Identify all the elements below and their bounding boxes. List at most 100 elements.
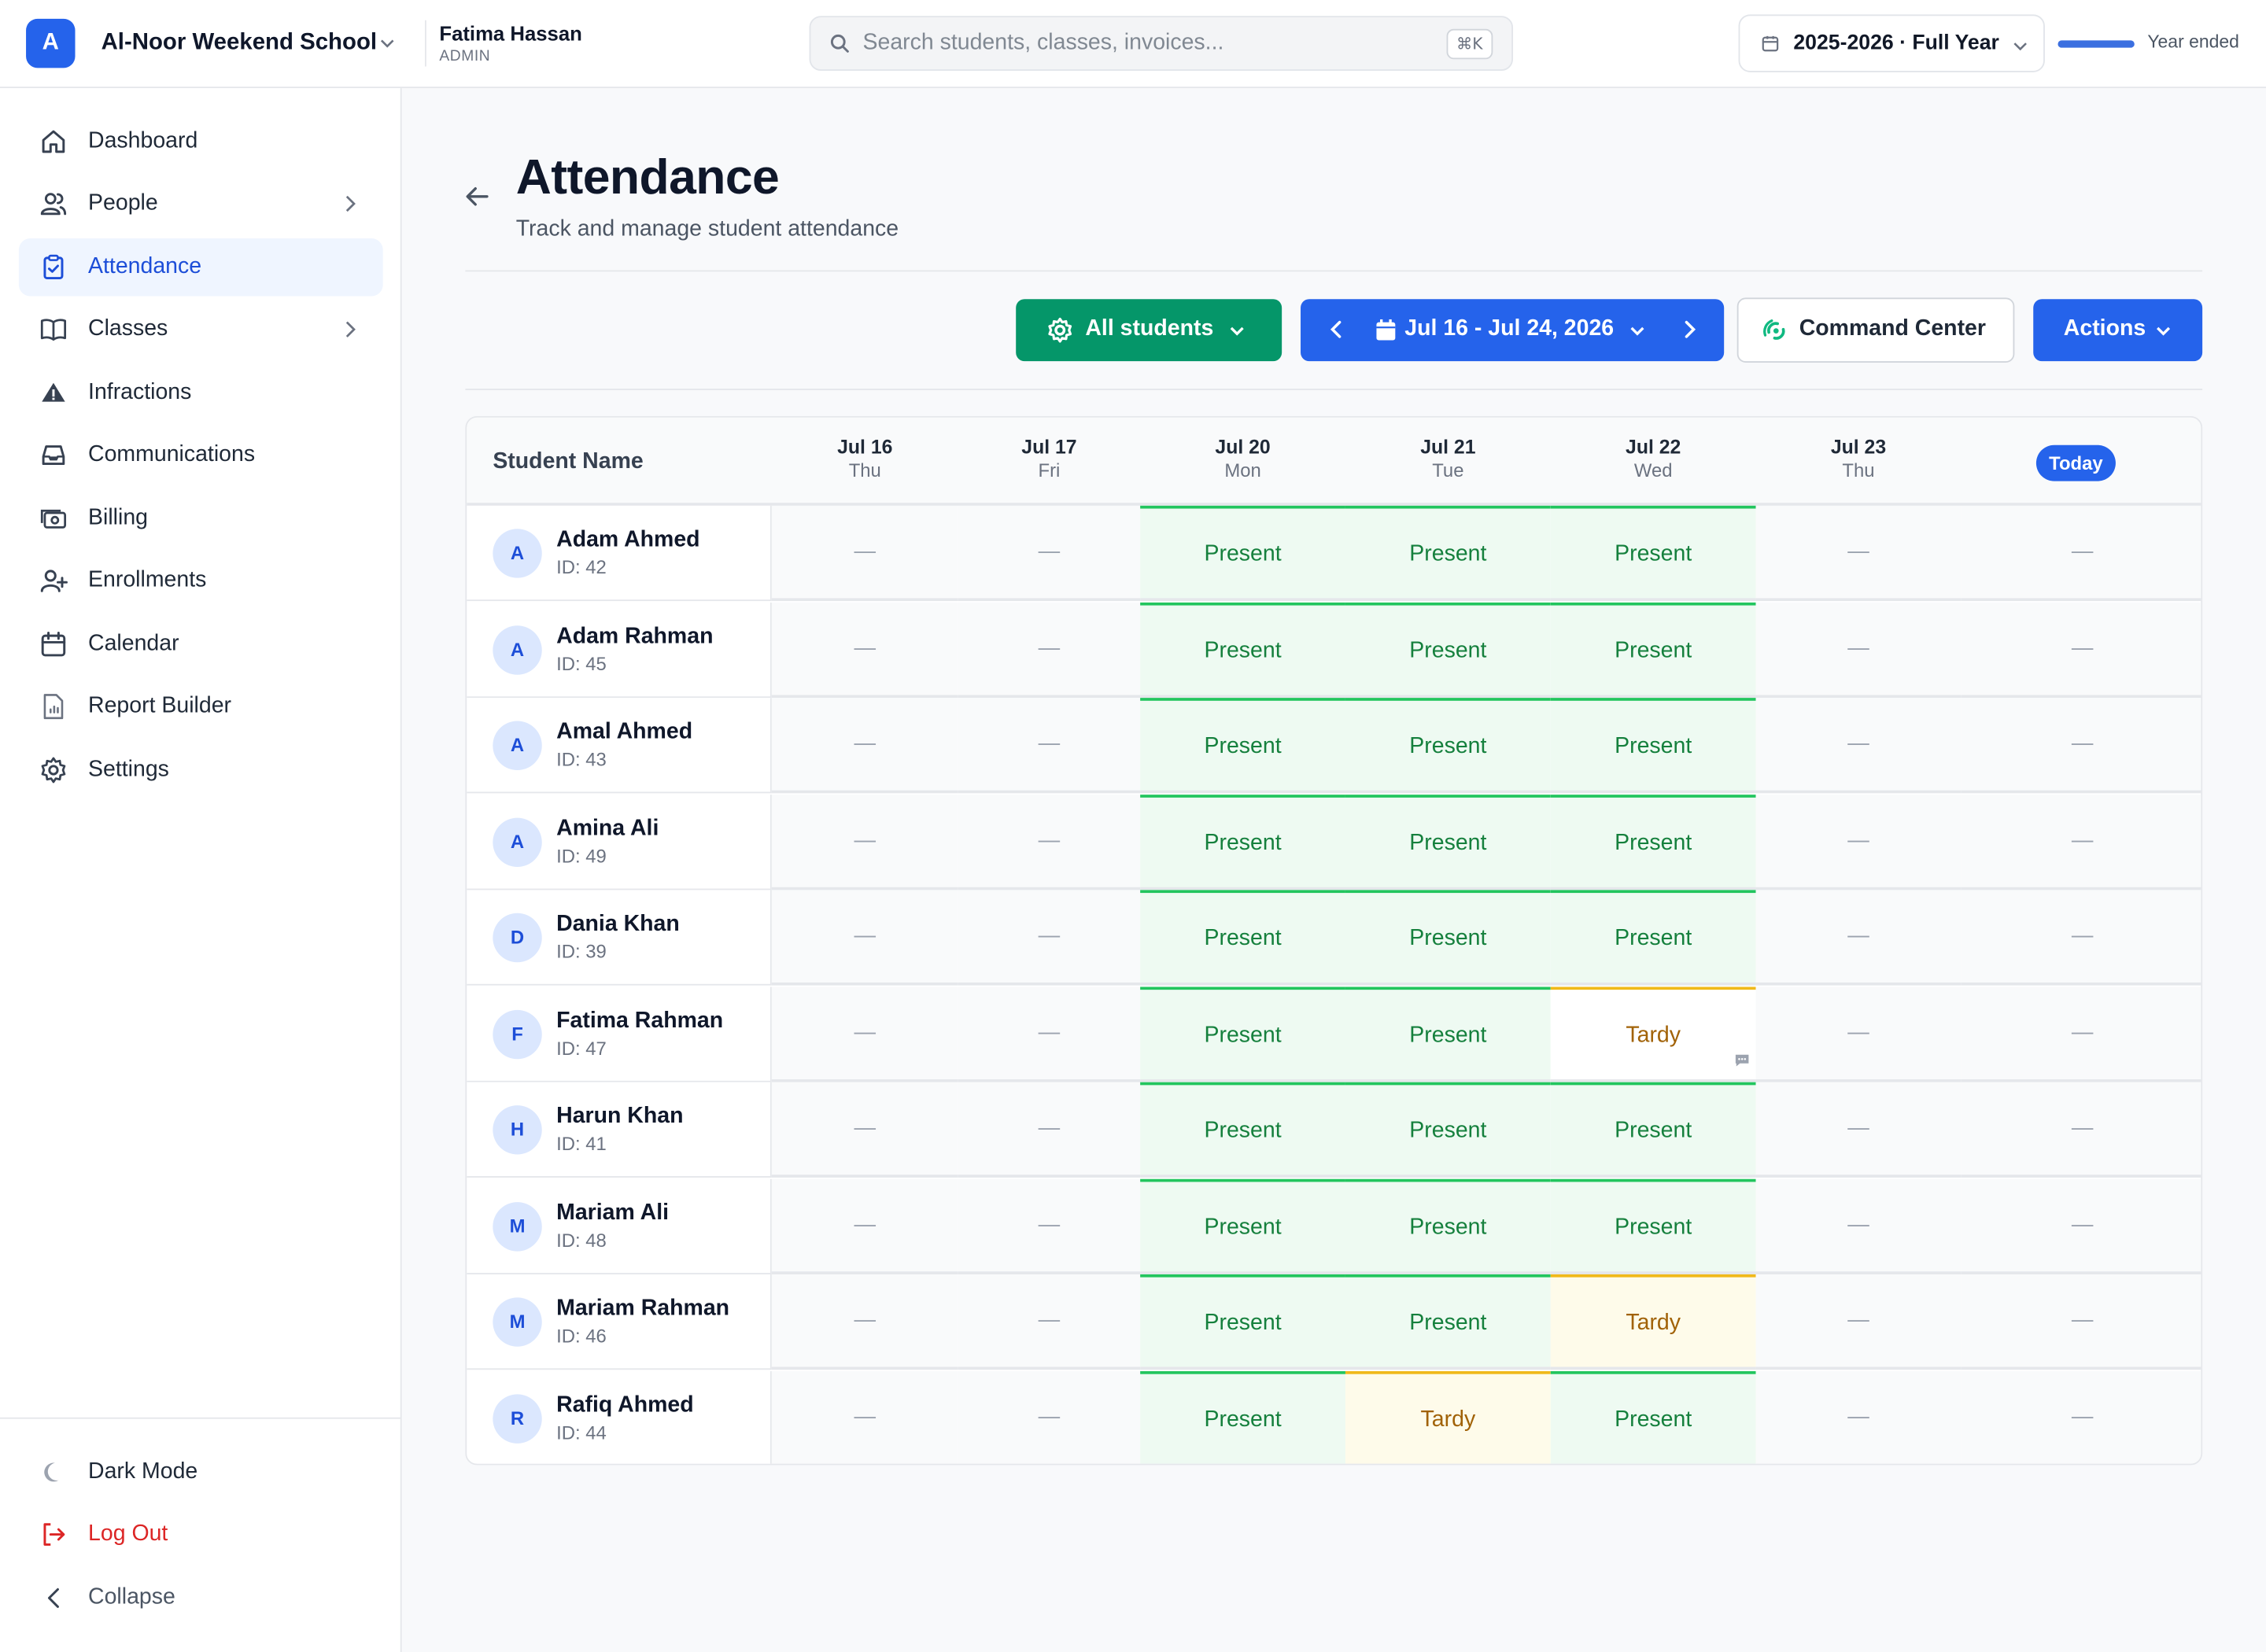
student-name[interactable]: Mariam Rahman xyxy=(556,1296,729,1322)
collapse-button[interactable]: Collapse xyxy=(19,1569,383,1627)
attendance-cell-present[interactable]: Present xyxy=(1345,890,1551,986)
student-cell[interactable]: M Mariam Rahman ID: 46 xyxy=(467,1274,772,1370)
sidebar-item-enrollments[interactable]: Enrollments xyxy=(19,552,383,610)
student-cell[interactable]: M Mariam Ali ID: 48 xyxy=(467,1178,772,1274)
attendance-cell-empty[interactable]: — xyxy=(1755,505,1962,602)
sidebar-item-infractions[interactable]: Infractions xyxy=(19,364,383,422)
attendance-cell-empty[interactable]: — xyxy=(1755,1274,1962,1370)
attendance-cell-present[interactable]: Present xyxy=(1550,505,1756,602)
attendance-cell-empty[interactable]: — xyxy=(771,1178,958,1274)
sidebar-item-dashboard[interactable]: Dashboard xyxy=(19,112,383,170)
attendance-cell-present[interactable]: Present xyxy=(1140,1274,1345,1370)
attendance-cell-present[interactable]: Present xyxy=(1345,794,1551,890)
note-icon[interactable] xyxy=(1734,1053,1750,1067)
attendance-cell-empty[interactable]: — xyxy=(958,890,1141,986)
attendance-cell-empty[interactable]: — xyxy=(771,698,958,794)
year-selector[interactable]: 2025-2026 · Full Year xyxy=(1738,14,2045,72)
attendance-cell-tardy[interactable]: Tardy xyxy=(1550,986,1756,1082)
attendance-cell-empty[interactable]: — xyxy=(958,698,1141,794)
attendance-cell-empty[interactable]: — xyxy=(771,1370,958,1464)
student-name[interactable]: Rafiq Ahmed xyxy=(556,1392,694,1418)
student-name[interactable]: Dania Khan xyxy=(556,912,680,938)
attendance-cell-empty[interactable]: — xyxy=(1755,698,1962,794)
attendance-cell-empty[interactable]: — xyxy=(1961,601,2201,698)
attendance-cell-empty[interactable]: — xyxy=(1755,794,1962,890)
attendance-cell-empty[interactable]: — xyxy=(1961,890,2201,986)
attendance-cell-present[interactable]: Present xyxy=(1550,794,1756,890)
attendance-cell-empty[interactable]: — xyxy=(958,1370,1141,1464)
attendance-cell-present[interactable]: Present xyxy=(1550,890,1756,986)
student-name[interactable]: Adam Rahman xyxy=(556,624,713,650)
attendance-cell-present[interactable]: Present xyxy=(1140,1082,1345,1178)
attendance-cell-present[interactable]: Present xyxy=(1140,1178,1345,1274)
attendance-cell-empty[interactable]: — xyxy=(958,1178,1141,1274)
student-name[interactable]: Amal Ahmed xyxy=(556,720,692,746)
search-input[interactable] xyxy=(862,17,1441,70)
sidebar-item-billing[interactable]: Billing xyxy=(19,490,383,548)
attendance-cell-empty[interactable]: — xyxy=(771,986,958,1082)
attendance-cell-present[interactable]: Present xyxy=(1140,794,1345,890)
attendance-cell-empty[interactable]: — xyxy=(771,794,958,890)
attendance-cell-tardy[interactable]: Tardy xyxy=(1550,1274,1756,1370)
today-badge[interactable]: Today xyxy=(2035,444,2116,481)
sidebar-item-communications[interactable]: Communications xyxy=(19,426,383,484)
actions-menu-button[interactable]: Actions xyxy=(2033,299,2203,362)
attendance-cell-present[interactable]: Present xyxy=(1550,1178,1756,1274)
student-cell[interactable]: A Adam Rahman ID: 45 xyxy=(467,601,772,698)
attendance-cell-present[interactable]: Present xyxy=(1550,1370,1756,1464)
sidebar-item-attendance[interactable]: Attendance xyxy=(18,238,383,297)
attendance-cell-present[interactable]: Present xyxy=(1345,601,1551,698)
attendance-cell-present[interactable]: Present xyxy=(1140,890,1345,986)
sidebar-item-report-builder[interactable]: Report Builder xyxy=(19,677,383,735)
attendance-cell-empty[interactable]: — xyxy=(771,505,958,602)
next-week-icon[interactable] xyxy=(1679,319,1700,340)
org-logo[interactable]: A xyxy=(26,18,76,68)
student-name[interactable]: Mariam Ali xyxy=(556,1200,669,1226)
attendance-cell-empty[interactable]: — xyxy=(1961,505,2201,602)
student-cell[interactable]: H Harun Khan ID: 41 xyxy=(467,1082,772,1178)
attendance-cell-empty[interactable]: — xyxy=(1755,890,1962,986)
attendance-cell-empty[interactable]: — xyxy=(958,505,1141,602)
attendance-cell-empty[interactable]: — xyxy=(771,1082,958,1178)
attendance-cell-present[interactable]: Present xyxy=(1550,698,1756,794)
student-name[interactable]: Harun Khan xyxy=(556,1104,683,1130)
student-cell[interactable]: A Amina Ali ID: 49 xyxy=(467,794,772,890)
attendance-cell-present[interactable]: Present xyxy=(1140,698,1345,794)
student-name[interactable]: Amina Ali xyxy=(556,816,659,842)
attendance-cell-present[interactable]: Present xyxy=(1140,601,1345,698)
attendance-cell-present[interactable]: Present xyxy=(1345,698,1551,794)
attendance-cell-present[interactable]: Present xyxy=(1345,1274,1551,1370)
attendance-cell-empty[interactable]: — xyxy=(1755,601,1962,698)
attendance-cell-present[interactable]: Present xyxy=(1550,601,1756,698)
attendance-cell-empty[interactable]: — xyxy=(771,601,958,698)
search-box[interactable]: ⌘K xyxy=(809,16,1514,71)
attendance-cell-empty[interactable]: — xyxy=(958,1274,1141,1370)
attendance-cell-present[interactable]: Present xyxy=(1140,505,1345,602)
attendance-cell-empty[interactable]: — xyxy=(1755,1178,1962,1274)
student-name[interactable]: Adam Ahmed xyxy=(556,527,699,553)
attendance-cell-empty[interactable]: — xyxy=(1755,1082,1962,1178)
attendance-cell-empty[interactable]: — xyxy=(1961,698,2201,794)
dark-mode-toggle[interactable]: Dark Mode xyxy=(19,1444,383,1501)
attendance-cell-empty[interactable]: — xyxy=(1961,1274,2201,1370)
student-cell[interactable]: A Adam Ahmed ID: 42 xyxy=(467,505,772,602)
attendance-cell-empty[interactable]: — xyxy=(1755,986,1962,1082)
attendance-cell-empty[interactable]: — xyxy=(958,986,1141,1082)
student-filter-button[interactable]: All students xyxy=(1016,299,1282,362)
org-name[interactable]: Al-Noor Weekend School xyxy=(101,31,378,57)
attendance-cell-present[interactable]: Present xyxy=(1345,1178,1551,1274)
attendance-cell-present[interactable]: Present xyxy=(1345,1082,1551,1178)
attendance-cell-empty[interactable]: — xyxy=(771,890,958,986)
attendance-cell-empty[interactable]: — xyxy=(1961,1178,2201,1274)
date-range-picker[interactable]: Jul 16 - Jul 24, 2026 xyxy=(1301,299,1725,362)
sidebar-item-people[interactable]: People xyxy=(19,175,383,232)
attendance-cell-empty[interactable]: — xyxy=(1961,1082,2201,1178)
student-cell[interactable]: A Amal Ahmed ID: 43 xyxy=(467,698,772,794)
student-cell[interactable]: R Rafiq Ahmed ID: 44 xyxy=(467,1370,772,1464)
attendance-cell-present[interactable]: Present xyxy=(1140,986,1345,1082)
attendance-cell-empty[interactable]: — xyxy=(771,1274,958,1370)
student-cell[interactable]: F Fatima Rahman ID: 47 xyxy=(467,986,772,1082)
student-cell[interactable]: D Dania Khan ID: 39 xyxy=(467,890,772,986)
attendance-cell-empty[interactable]: — xyxy=(958,1082,1141,1178)
attendance-cell-present[interactable]: Present xyxy=(1140,1370,1345,1464)
